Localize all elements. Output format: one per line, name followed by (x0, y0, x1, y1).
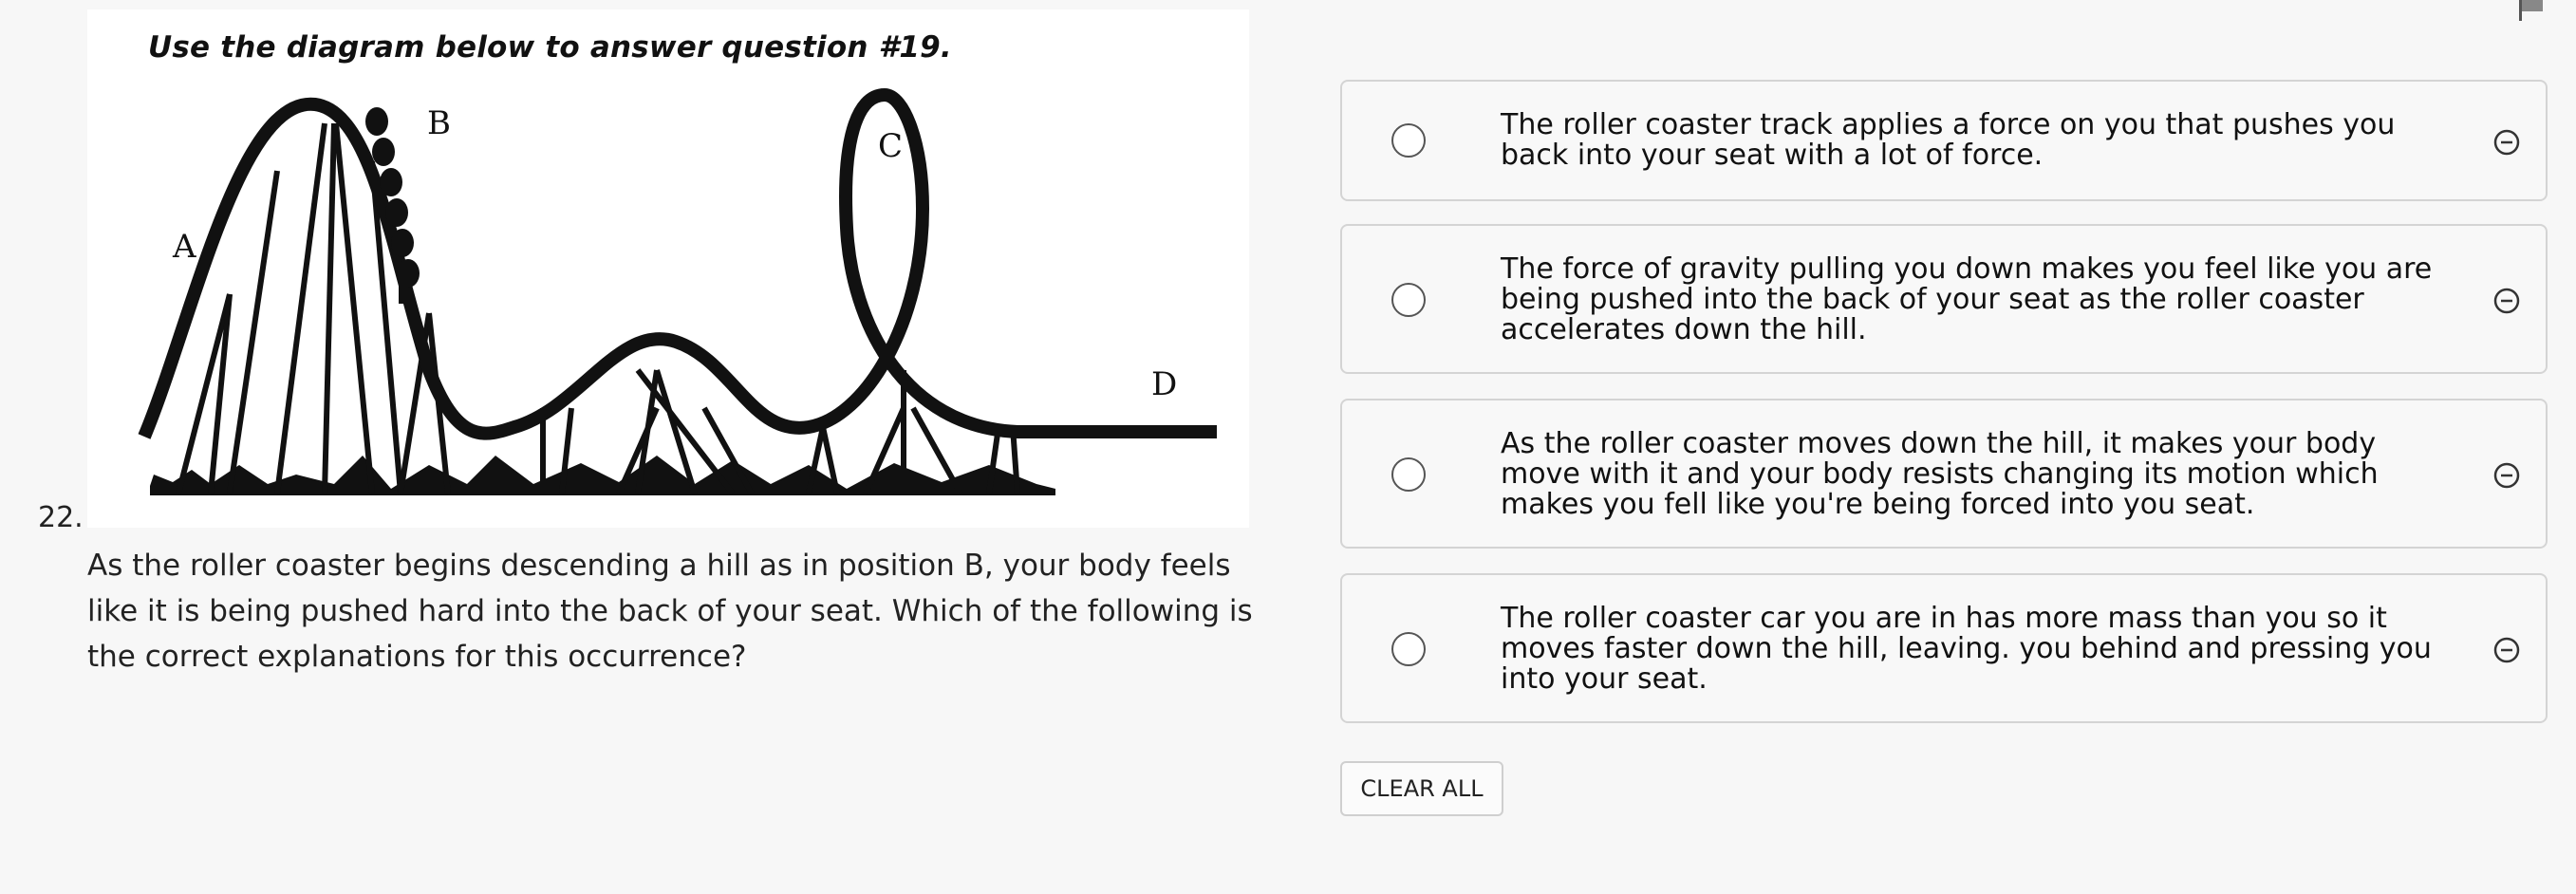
question-page: 22. Use the diagram below to answer ques… (0, 0, 2576, 894)
eliminate-minus-icon[interactable] (2492, 461, 2521, 490)
answer-text: As the roller coaster moves down the hil… (1501, 427, 2379, 521)
question-number: 22. (38, 501, 84, 534)
radio-button[interactable] (1391, 123, 1426, 158)
label-b: B (427, 104, 451, 142)
answer-option[interactable]: The roller coaster track applies a force… (1340, 80, 2548, 201)
answer-option[interactable]: The force of gravity pulling you down ma… (1340, 224, 2548, 374)
question-text: As the roller coaster begins descending … (87, 549, 1253, 674)
eliminate-minus-icon[interactable] (2492, 636, 2521, 664)
flag-icon[interactable] (2517, 0, 2546, 21)
answer-option[interactable]: The roller coaster car you are in has mo… (1340, 573, 2548, 723)
label-c: C (878, 127, 904, 165)
roller-coaster-diagram: Use the diagram below to answer question… (87, 9, 1249, 528)
label-a: A (173, 228, 196, 266)
answer-text: The force of gravity pulling you down ma… (1501, 252, 2433, 346)
label-d: D (1151, 365, 1178, 403)
answer-option[interactable]: As the roller coaster moves down the hil… (1340, 399, 2548, 549)
answer-text: The roller coaster car you are in has mo… (1501, 602, 2432, 696)
eliminate-minus-icon[interactable] (2492, 287, 2521, 315)
roller-coaster-drawing (138, 87, 1217, 495)
radio-button[interactable] (1391, 632, 1426, 666)
clear-all-button[interactable]: CLEAR ALL (1340, 761, 1503, 816)
answer-text: The roller coaster track applies a force… (1501, 108, 2396, 172)
radio-button[interactable] (1391, 283, 1426, 317)
radio-button[interactable] (1391, 457, 1426, 492)
eliminate-minus-icon[interactable] (2492, 128, 2521, 157)
